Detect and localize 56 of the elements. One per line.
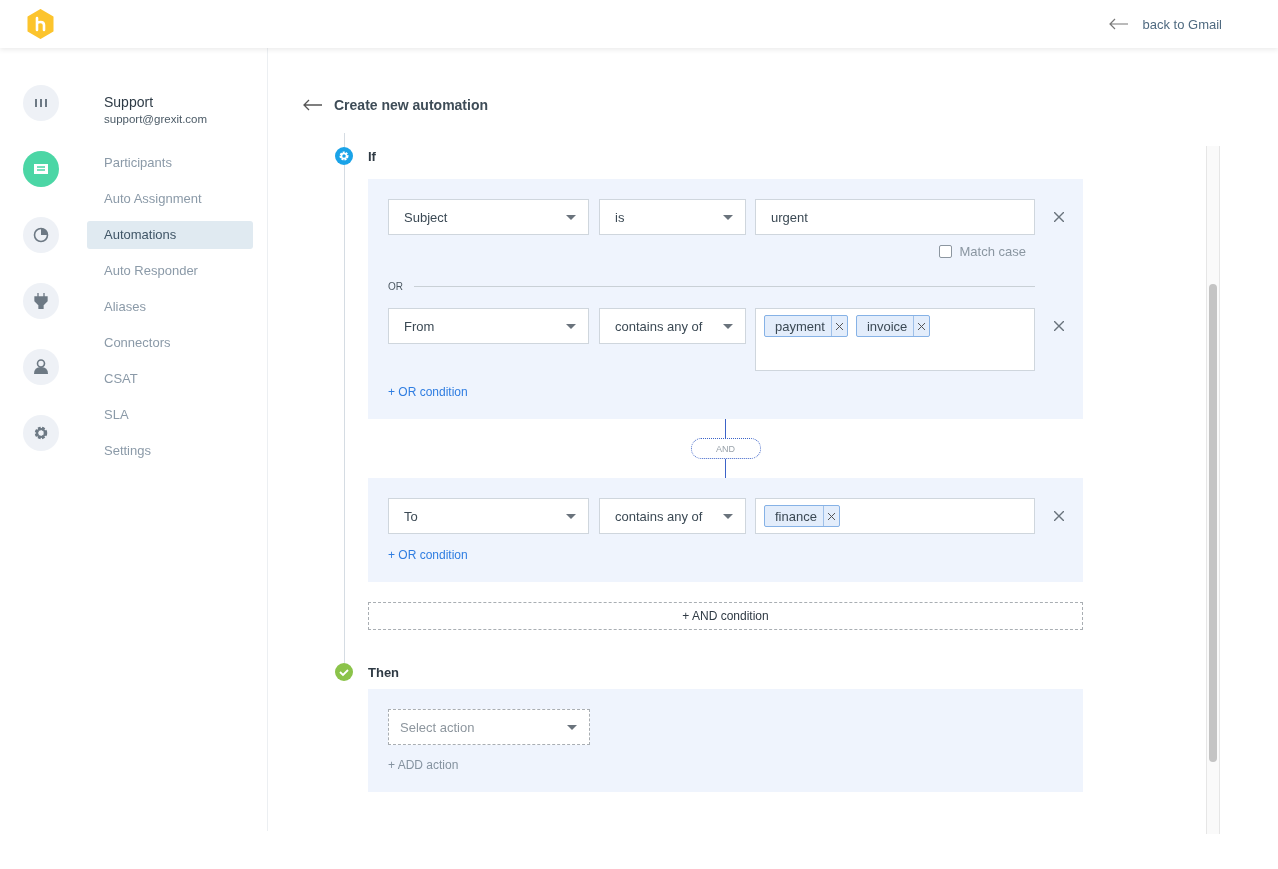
nav-rail-button[interactable]	[23, 85, 59, 121]
inbox-icon	[33, 161, 49, 177]
value-input-field[interactable]: urgent	[755, 199, 1035, 235]
or-separator-label: OR	[388, 281, 403, 292]
dropdown-caret-icon	[723, 214, 733, 220]
if-label: If	[368, 147, 377, 165]
dropdown-caret-icon	[566, 214, 576, 220]
logo-icon	[27, 9, 54, 39]
nav-rail-button[interactable]	[23, 283, 59, 319]
close-icon	[1054, 212, 1064, 222]
field-dropdown[interactable]: To	[388, 498, 589, 534]
scrollbar-thumb[interactable]	[1209, 284, 1217, 762]
inbox-title: Support	[103, 94, 155, 111]
close-icon	[835, 322, 843, 330]
back-to-gmail-link[interactable]: back to Gmail	[1108, 16, 1222, 32]
tags-input-field[interactable]: finance	[755, 498, 1035, 534]
close-icon	[827, 512, 835, 520]
check-circle-icon	[335, 663, 353, 681]
tags-input-field[interactable]: payment invoice	[755, 308, 1035, 371]
person-icon	[33, 359, 49, 375]
back-arrow-icon	[1108, 18, 1129, 30]
tag-chip: payment	[764, 315, 848, 337]
add-or-condition-link[interactable]: + OR condition	[388, 385, 468, 399]
and-connector: AND	[690, 438, 761, 459]
add-or-condition-link[interactable]: + OR condition	[388, 548, 468, 562]
match-case-label: Match case	[959, 244, 1026, 259]
sidebar-item[interactable]: Automations	[87, 221, 253, 249]
plug-icon	[33, 293, 49, 309]
tag-chip: finance	[764, 505, 840, 527]
nav-rail-button[interactable]	[23, 349, 59, 385]
nav-rail-button[interactable]	[23, 415, 59, 451]
settings-icon	[33, 425, 49, 441]
dropdown-caret-icon	[723, 323, 733, 329]
pie-chart-icon	[33, 227, 49, 243]
operator-dropdown[interactable]: contains any of	[599, 498, 746, 534]
dropdown-caret-icon	[567, 724, 577, 730]
back-arrow-icon[interactable]	[303, 99, 323, 111]
nav-rail-button[interactable]	[23, 217, 59, 253]
operator-dropdown[interactable]: contains any of	[599, 308, 746, 344]
match-case-checkbox[interactable]	[938, 245, 952, 258]
inbox-email: support@grexit.com	[103, 113, 209, 125]
field-dropdown[interactable]: From	[388, 308, 589, 344]
field-dropdown[interactable]: Subject	[388, 199, 589, 235]
action-dropdown[interactable]: Select action	[388, 709, 590, 745]
close-icon	[1054, 321, 1064, 331]
dropdown-caret-icon	[566, 513, 576, 519]
close-icon	[1054, 511, 1064, 521]
dropdown-caret-icon	[723, 513, 733, 519]
then-label: Then	[368, 663, 401, 681]
settings-icon	[335, 147, 353, 165]
add-and-condition-button[interactable]: + AND condition	[368, 602, 1083, 630]
operator-dropdown[interactable]: is	[599, 199, 746, 235]
tag-chip: invoice	[855, 315, 931, 337]
dropdown-caret-icon	[566, 323, 576, 329]
page-title: Create new automation	[334, 97, 489, 113]
close-icon	[918, 322, 926, 330]
